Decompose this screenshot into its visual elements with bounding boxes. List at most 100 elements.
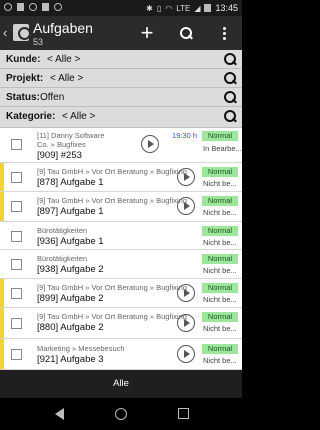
bluetooth-icon: ✱ <box>146 3 153 13</box>
category-color-bar <box>0 222 4 249</box>
category-color-bar <box>0 308 4 338</box>
filter-status[interactable]: Status: Offen <box>0 88 242 107</box>
task-status: Nicht be... <box>203 295 237 304</box>
task-context: Marketing » Messebesuch <box>37 344 125 353</box>
task-item[interactable]: [9] Tau GmbH » Vor Ort Beratung » Bugfix… <box>0 163 242 192</box>
filter-value: < Alle > <box>50 73 84 84</box>
filter-all-button[interactable]: Alle <box>0 370 242 398</box>
task-checkbox[interactable] <box>11 318 22 329</box>
filter-search-button[interactable] <box>224 110 236 122</box>
priority-badge: Normal <box>202 312 238 322</box>
more-icon-dot <box>222 31 226 35</box>
search-icon <box>224 91 236 103</box>
category-color-bar <box>0 128 4 162</box>
more-icon-dot <box>222 36 226 40</box>
task-title: [878] Aufgabe 1 <box>37 177 104 188</box>
overflow-menu-button[interactable] <box>214 23 234 43</box>
task-title: [899] Aufgabe 2 <box>37 293 104 304</box>
play-timer-icon[interactable] <box>177 197 195 215</box>
task-item[interactable]: [11] Danny Software Co. » Bugfixes [909]… <box>0 128 242 163</box>
task-status: Nicht be... <box>203 324 237 333</box>
filter-label: Projekt: <box>6 73 44 84</box>
battery-icon <box>204 4 212 12</box>
play-timer-icon[interactable] <box>177 314 195 332</box>
task-title: [880] Aufgabe 2 <box>37 322 104 333</box>
filter-value: < Alle > <box>47 54 81 65</box>
play-timer-icon[interactable] <box>141 135 159 153</box>
vibrate-icon: ▯ <box>156 3 162 13</box>
priority-badge: Normal <box>202 344 238 354</box>
priority-badge: Normal <box>202 167 238 177</box>
priority-badge: Normal <box>202 226 238 236</box>
clock: 13:45 <box>215 3 238 13</box>
task-checkbox[interactable] <box>11 172 22 183</box>
task-status: In Bearbe... <box>203 144 242 153</box>
priority-badge: Normal <box>202 131 238 141</box>
task-checkbox[interactable] <box>11 349 22 360</box>
task-item[interactable]: Marketing » Messebesuch [921] Aufgabe 3 … <box>0 339 242 370</box>
notification-icon <box>54 3 62 11</box>
play-timer-icon[interactable] <box>177 168 195 186</box>
task-item[interactable]: [9] Tau GmbH » Vor Ort Beratung » Bugfix… <box>0 308 242 339</box>
task-item[interactable]: [9] Tau GmbH » Vor Ort Beratung » Bugfix… <box>0 192 242 222</box>
wifi-icon: ◠ <box>165 3 173 13</box>
filter-value: Offen <box>40 92 65 103</box>
category-color-bar <box>0 279 4 307</box>
nav-recents-icon[interactable] <box>178 408 189 419</box>
search-icon <box>224 110 236 122</box>
filter-label: Kategorie: <box>6 111 56 122</box>
filter-search-button[interactable] <box>224 91 236 103</box>
category-color-bar <box>0 250 4 278</box>
category-color-bar <box>0 192 4 221</box>
task-checkbox[interactable] <box>11 139 22 150</box>
filter-search-button[interactable] <box>224 72 236 84</box>
system-nav-bar <box>0 398 242 430</box>
messenger-icon <box>29 3 37 11</box>
app-logo-icon <box>13 24 31 41</box>
category-color-bar <box>0 163 4 191</box>
task-item[interactable]: Bürotätigkeiten [938] Aufgabe 2 Normal N… <box>0 250 242 279</box>
search-button[interactable] <box>176 23 196 43</box>
instagram-icon <box>17 3 24 11</box>
task-context: [9] Tau GmbH » Vor Ort Beratung » Bugfix… <box>37 196 187 205</box>
nav-back-icon[interactable] <box>55 408 64 420</box>
filter-label: Kunde: <box>6 54 41 65</box>
notification-icons <box>4 3 62 11</box>
task-item[interactable]: Bürotätigkeiten [936] Aufgabe 1 Normal N… <box>0 222 242 250</box>
play-timer-icon[interactable] <box>177 284 195 302</box>
task-count: 53 <box>33 37 44 47</box>
task-status: Nicht be... <box>203 208 237 217</box>
search-icon <box>224 53 236 65</box>
search-icon <box>224 72 236 84</box>
back-arrow-icon[interactable]: ‹ <box>3 25 7 40</box>
filter-search-button[interactable] <box>224 53 236 65</box>
more-icon <box>222 26 226 30</box>
task-status: Nicht be... <box>203 238 237 247</box>
task-checkbox[interactable] <box>11 288 22 299</box>
filter-project[interactable]: Projekt: < Alle > <box>0 69 242 88</box>
filter-category[interactable]: Kategorie: < Alle > <box>0 107 242 128</box>
task-context: [9] Tau GmbH » Vor Ort Beratung » Bugfix… <box>37 283 187 292</box>
filter-customer[interactable]: Kunde: < Alle > <box>0 50 242 69</box>
page-title: Aufgaben <box>33 20 93 36</box>
task-context: [9] Tau GmbH » Vor Ort Beratung » Bugfix… <box>37 312 187 321</box>
task-context: Bürotätigkeiten <box>37 254 88 263</box>
task-title: [938] Aufgabe 2 <box>37 264 104 275</box>
task-title: [921] Aufgabe 3 <box>37 354 104 365</box>
add-task-button[interactable]: + <box>137 22 157 44</box>
task-checkbox[interactable] <box>11 231 22 242</box>
task-status: Nicht be... <box>203 356 237 365</box>
app-icon <box>42 3 49 11</box>
network-label: LTE <box>176 3 191 13</box>
task-context: Bürotätigkeiten <box>37 226 88 235</box>
task-checkbox[interactable] <box>11 259 22 270</box>
search-icon <box>180 27 192 39</box>
task-item[interactable]: [9] Tau GmbH » Vor Ort Beratung » Bugfix… <box>0 279 242 308</box>
task-checkbox[interactable] <box>11 201 22 212</box>
whatsapp-icon <box>4 3 12 11</box>
nav-home-icon[interactable] <box>115 408 127 420</box>
priority-badge: Normal <box>202 254 238 264</box>
system-icons: ✱ ▯ ◠ LTE ◢ 13:45 <box>146 3 238 13</box>
play-timer-icon[interactable] <box>177 345 195 363</box>
task-time: 19:30 h <box>172 131 198 140</box>
